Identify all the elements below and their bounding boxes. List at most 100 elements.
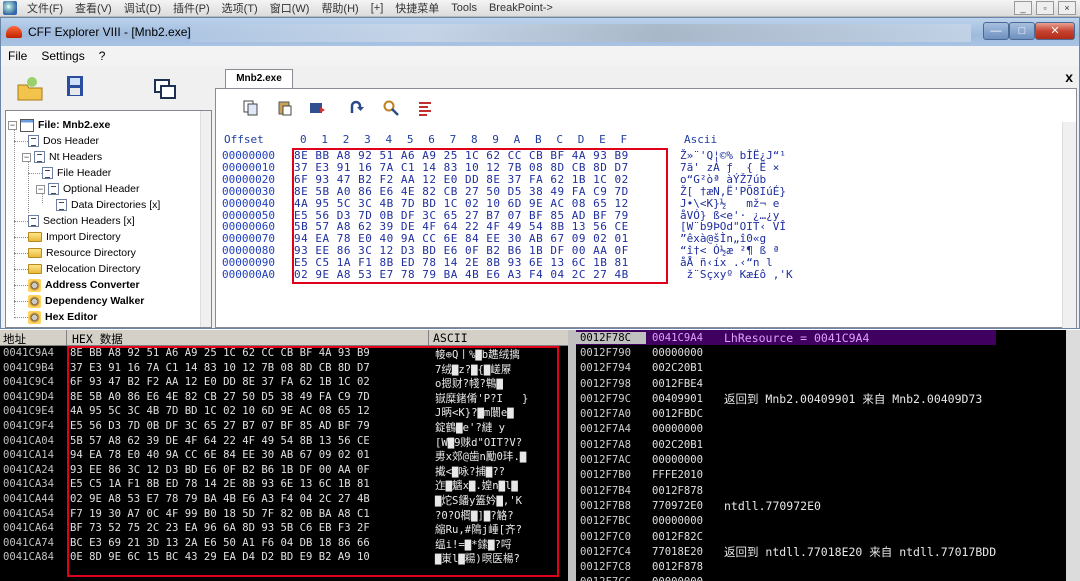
stack-row[interactable]: 0012F7AC 00000000 (576, 452, 996, 467)
dump-row[interactable]: 0041C9E4 4A 95 5C 3C 4B 7D BD 1C 02 10 6D… (0, 405, 561, 420)
menu-view[interactable]: 查看(V) (69, 0, 118, 16)
dump-ascii[interactable]: 旉x郊@歯n勵0玤.▇ (431, 449, 561, 464)
dump-ascii[interactable]: 7绒▇z?▇{▇嵯屪 (431, 362, 561, 377)
dump-row[interactable]: 0041C9C4 6F 93 47 B2 F2 AA 12 E0 DD 8E 37… (0, 376, 561, 391)
search-icon[interactable] (382, 99, 400, 117)
dump-hex[interactable]: E5 56 D3 7D 0B DF 3C 65 27 B7 07 BF 85 A… (66, 420, 431, 435)
tree-item-hex-editor[interactable]: Hex Editor (28, 309, 98, 325)
paste-icon[interactable] (276, 99, 294, 117)
dump-ascii[interactable]: 帹⊕Q丨%▇b趭绒摛 (431, 347, 561, 362)
tree-item-import-directory[interactable]: Import Directory (28, 229, 121, 245)
dump-row[interactable]: 0041C9B4 37 E3 91 16 7A C1 14 83 10 12 7B… (0, 362, 561, 377)
pane-divider[interactable] (568, 330, 576, 581)
tree-item-nt-headers[interactable]: − Nt Headers (22, 149, 102, 165)
dump-ascii[interactable]: 缊i!=▇*鎍▇?哷 (431, 537, 561, 552)
dump-hex[interactable]: 8E 5B A0 86 E6 4E 82 CB 27 50 D5 38 49 F… (66, 391, 431, 406)
menu-plus[interactable]: [+] (365, 2, 390, 14)
menu-options[interactable]: 选项(T) (216, 0, 264, 16)
select-block-icon[interactable] (308, 99, 326, 117)
dump-row[interactable]: 0041CA74 BC E3 69 21 3D 13 2A E6 50 A1 F6… (0, 537, 561, 552)
dump-ascii[interactable]: ▇崬l▇糃)暝医楊? (431, 551, 561, 566)
dump-ascii[interactable]: ▇炨S鐇y篕妗▇,'K (431, 493, 561, 508)
dump-hex[interactable]: 94 EA 78 E0 40 9A CC 6E 84 EE 30 AB 67 0… (66, 449, 431, 464)
minimize-icon[interactable]: _ (1014, 1, 1032, 15)
restore-icon[interactable]: ▫ (1036, 1, 1054, 15)
dump-row[interactable]: 0041CA14 94 EA 78 E0 40 9A CC 6E 84 EE 30… (0, 449, 561, 464)
menu-tools[interactable]: Tools (445, 2, 483, 14)
close-icon[interactable]: ✕ (1035, 22, 1075, 40)
dump-row[interactable]: 0041C9D4 8E 5B A0 86 E6 4E 82 CB 27 50 D5… (0, 391, 561, 406)
stack-row[interactable]: 0012F7C0 0012F82C (576, 529, 996, 544)
menu-shortcuts[interactable]: 快捷菜单 (389, 0, 445, 16)
ascii-row[interactable]: ž¨Sçxyº Kæ£ô ,'K (680, 269, 793, 281)
dump-row[interactable]: 0041C9F4 E5 56 D3 7D 0B DF 3C 65 27 B7 07… (0, 420, 561, 435)
tree-item-data-directories[interactable]: Data Directories [x] (56, 197, 160, 213)
close-icon[interactable]: × (1058, 1, 1076, 15)
dump-hex[interactable]: F7 19 30 A7 0C 4F 99 B0 18 5D 7F 82 0B B… (66, 508, 431, 523)
tree-item-section-headers[interactable]: Section Headers [x] (28, 213, 135, 229)
text-mode-icon[interactable] (416, 99, 434, 117)
stack-row[interactable]: 0012F79C 00409901 返回到 Mnb2.00409901 来自 Mnb… (576, 391, 996, 406)
dump-row[interactable]: 0041CA84 0E 8D 9E 6C 15 BC 43 29 EA D4 D2… (0, 551, 561, 566)
stack-row[interactable]: 0012F7CC00000000 (576, 575, 996, 581)
tree-item-dependency-walker[interactable]: Dependency Walker (28, 293, 144, 309)
dump-row[interactable]: 0041CA34 E5 C5 1A F1 8B ED 78 14 2E 8B 93… (0, 478, 561, 493)
dump-hex[interactable]: 02 9E A8 53 E7 78 79 BA 4B E6 A3 F4 04 2… (66, 493, 431, 508)
dump-row[interactable]: 0041CA44 02 9E A8 53 E7 78 79 BA 4B E6 A3… (0, 493, 561, 508)
dump-row[interactable]: 0041CA54 F7 19 30 A7 0C 4F 99 B0 18 5D 7F… (0, 508, 561, 523)
dump-hex[interactable]: BF 73 52 75 2C 23 EA 96 6A 8D 93 5B C6 E… (66, 522, 431, 537)
tree-item-relocation-directory[interactable]: Relocation Directory (28, 261, 141, 277)
collapse-icon[interactable]: − (22, 152, 31, 162)
minimize-icon[interactable]: — (983, 22, 1009, 40)
menu-help[interactable]: ? (92, 49, 113, 63)
menu-settings[interactable]: Settings (34, 49, 91, 63)
stack-row[interactable]: 0012F7A8 002C20B1 (576, 437, 996, 452)
ascii-row[interactable]: o“G²òª àÝŽ7úb (680, 173, 793, 186)
stack-row[interactable]: 0012F7A0 0012FBDC (576, 406, 996, 421)
menu-help[interactable]: 帮助(H) (315, 0, 364, 16)
copy-icon[interactable] (242, 99, 260, 117)
stack-row[interactable]: 0012F7B0 FFFE2010 (576, 468, 996, 483)
dump-hex[interactable]: 93 EE 86 3C 12 D3 BD E6 0F B2 B6 1B DF 0… (66, 464, 431, 479)
menu-plugins[interactable]: 插件(P) (167, 0, 216, 16)
menu-file[interactable]: File (1, 49, 34, 63)
dump-ascii[interactable]: [W▇9赇d"OIT?V? (431, 435, 561, 450)
stack-row[interactable]: 0012F798 0012FBE4 (576, 376, 996, 391)
stack-row[interactable]: 0012F794 002C20B1 (576, 361, 996, 376)
dump-hex[interactable]: 8E BB A8 92 51 A6 A9 25 1C 62 CC CB BF 4… (66, 347, 431, 362)
dump-hex[interactable]: 37 E3 91 16 7A C1 14 83 10 12 7B 08 8D C… (66, 362, 431, 377)
dump-row[interactable]: 0041CA04 5B 57 A8 62 39 DE 4F 64 22 4F 49… (0, 435, 561, 450)
dump-hex[interactable]: 5B 57 A8 62 39 DE 4F 64 22 4F 49 54 8B 1… (66, 435, 431, 450)
save-icon[interactable] (61, 72, 91, 102)
tree-scrollbar[interactable] (200, 111, 211, 327)
tree-item-dos-header[interactable]: Dos Header (28, 133, 99, 149)
tree-item-resource-directory[interactable]: Resource Directory (28, 245, 136, 261)
dump-hex[interactable]: BC E3 69 21 3D 13 2A E6 50 A1 F6 04 DB 1… (66, 537, 431, 552)
menu-breakpoint[interactable]: BreakPoint-> (483, 2, 559, 14)
dump-hex[interactable]: 0E 8D 9E 6C 15 BC 43 29 EA D4 D2 BD E9 B… (66, 551, 431, 566)
tree-item-file-header[interactable]: File Header (42, 165, 111, 181)
stack-row[interactable]: 0012F790 00000000 (576, 345, 996, 360)
ascii-row[interactable]: J•\<K}½ mž¬ e (680, 197, 793, 210)
stack-row[interactable]: 0012F7C8 0012F878 (576, 559, 996, 574)
stack-row[interactable]: 0012F7A4 00000000 (576, 422, 996, 437)
menu-debug[interactable]: 调试(D) (118, 0, 167, 16)
stack-row[interactable]: 0012F7B4 0012F878 (576, 483, 996, 498)
dump-row[interactable]: 0041CA64 BF 73 52 75 2C 23 EA 96 6A 8D 93… (0, 522, 561, 537)
dump-ascii[interactable]: J昞<K}?▇m闤e▇ (431, 405, 561, 420)
dump-ascii[interactable]: o摁财?帴?鶽▇ (431, 376, 561, 391)
vertical-scrollbar[interactable] (1062, 122, 1076, 328)
stack-row[interactable]: 0012F7C4 77018E20 返回到 ntdll.77018E20 来自 nt… (576, 544, 996, 559)
stack-scrollbar[interactable] (1066, 330, 1080, 581)
windows-icon[interactable] (151, 76, 181, 106)
hex-view[interactable]: Offset 0 1 2 3 4 5 6 7 8 9 A B C D E F A… (220, 133, 1062, 325)
dump-hex[interactable]: 6F 93 47 B2 F2 AA 12 E0 DD 8E 37 FA 62 1… (66, 376, 431, 391)
dump-ascii[interactable]: 嶽糜鍺倄'P?I } (431, 391, 561, 406)
stack-row[interactable]: 0012F7BC 00000000 (576, 514, 996, 529)
stack-pane[interactable]: 0012F78C 0041C9A4 LhResource = 0041C9A4 001… (568, 330, 1080, 581)
tree-item-file[interactable]: − File: Mnb2.exe (8, 117, 110, 133)
ascii-column[interactable]: Ž»¨'Q¦©% bÌË¿J“¹ 7ã' zÁ ƒ { Ë × o“G²òª àÝŽ… (680, 150, 793, 281)
memory-dump-pane[interactable]: 地址 HEX 数据 ASCII 0041C9A4 8E BB A8 92 51 A… (0, 330, 568, 581)
dump-ascii[interactable]: 迮▇魑x▇.媓n▇l▇ (431, 478, 561, 493)
dump-row[interactable]: 0041C9A4 8E BB A8 92 51 A6 A9 25 1C 62 CC… (0, 347, 561, 362)
